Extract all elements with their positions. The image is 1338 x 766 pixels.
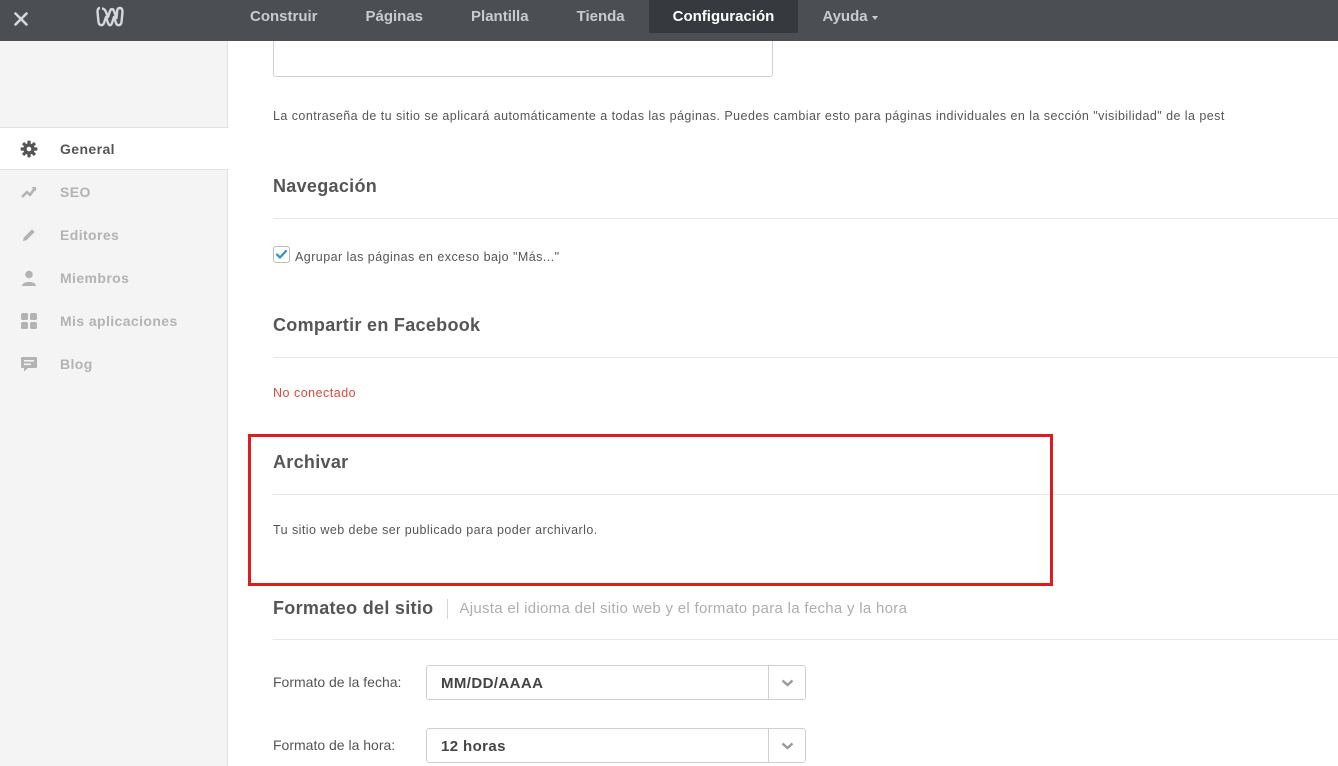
date-format-label: Formato de la fecha: — [273, 674, 402, 690]
sidebar-item-label: Miembros — [60, 269, 130, 286]
section-divider — [273, 639, 1338, 640]
group-pages-checkbox[interactable] — [273, 246, 290, 263]
nav-tab-tienda[interactable]: Tienda — [553, 0, 649, 33]
nav-tab-plantilla[interactable]: Plantilla — [447, 0, 553, 33]
facebook-status: No conectado — [273, 386, 357, 400]
apps-grid-icon — [19, 311, 39, 331]
nav-tab-ayuda[interactable]: Ayuda — [798, 0, 901, 33]
archive-highlight-box — [248, 434, 1053, 586]
formatting-section-header: Formateo del sitio Ajusta el idioma del … — [273, 598, 907, 619]
sidebar-item-label: General — [60, 140, 115, 157]
chevron-down-icon — [781, 742, 793, 750]
group-pages-label: Agrupar las páginas en exceso bajo "Más.… — [295, 250, 560, 264]
time-format-select[interactable]: 12 horas — [426, 728, 806, 763]
settings-sidebar: General SEO Editores Miembros Mis aplica… — [0, 41, 229, 766]
group-pages-option: Agrupar las páginas en exceso bajo "Más.… — [273, 245, 559, 264]
sidebar-item-label: Blog — [60, 355, 93, 372]
site-password-input[interactable] — [273, 41, 773, 77]
nav-tab-ayuda-label: Ayuda — [822, 8, 868, 25]
date-format-dropdown-button[interactable] — [768, 666, 805, 699]
checkmark-icon — [276, 250, 287, 259]
time-format-label: Formato de la hora: — [273, 737, 396, 753]
main-nav: Construir Páginas Plantilla Tienda Confi… — [226, 0, 902, 33]
time-format-dropdown-button[interactable] — [768, 729, 805, 762]
section-divider — [273, 218, 1338, 219]
sidebar-item-blog[interactable]: Blog — [0, 342, 228, 385]
date-format-select[interactable]: MM/DD/AAAA — [426, 665, 806, 700]
sidebar-item-seo[interactable]: SEO — [0, 170, 228, 213]
navigation-section-title: Navegación — [273, 176, 378, 196]
sidebar-item-label: Editores — [60, 226, 120, 243]
sidebar-menu: General SEO Editores Miembros Mis aplica… — [0, 127, 229, 385]
nav-tab-paginas[interactable]: Páginas — [342, 0, 448, 33]
sidebar-item-label: Mis aplicaciones — [60, 312, 178, 329]
close-icon — [14, 12, 28, 26]
sidebar-item-general[interactable]: General — [0, 127, 229, 170]
chevron-down-icon — [781, 679, 793, 687]
sidebar-item-label: SEO — [60, 183, 91, 200]
nav-tab-construir[interactable]: Construir — [226, 0, 342, 33]
pencil-icon — [19, 225, 39, 245]
settings-content: La contraseña de tu sitio se aplicará au… — [228, 41, 1338, 766]
password-note: La contraseña de tu sitio se aplicará au… — [273, 109, 1225, 123]
formatting-section-title: Formateo del sitio — [273, 598, 434, 618]
time-format-value: 12 horas — [441, 738, 506, 755]
title-separator — [447, 598, 449, 619]
date-format-value: MM/DD/AAAA — [441, 675, 544, 692]
facebook-section-title: Compartir en Facebook — [273, 315, 481, 335]
caret-down-icon — [871, 15, 878, 20]
sidebar-item-miembros[interactable]: Miembros — [0, 256, 228, 299]
formatting-section-subtitle: Ajusta el idioma del sitio web y el form… — [459, 600, 908, 617]
section-divider — [273, 357, 1338, 358]
comment-icon — [19, 354, 39, 374]
sidebar-item-editores[interactable]: Editores — [0, 213, 228, 256]
gear-icon — [19, 139, 39, 159]
sidebar-item-mis-aplicaciones[interactable]: Mis aplicaciones — [0, 299, 228, 342]
nav-tab-configuracion[interactable]: Configuración — [648, 0, 799, 33]
weebly-logo-icon[interactable] — [96, 5, 124, 29]
trend-icon — [19, 182, 39, 202]
top-bar: Construir Páginas Plantilla Tienda Confi… — [0, 0, 1338, 41]
close-button[interactable] — [8, 6, 34, 32]
person-icon — [19, 268, 39, 288]
